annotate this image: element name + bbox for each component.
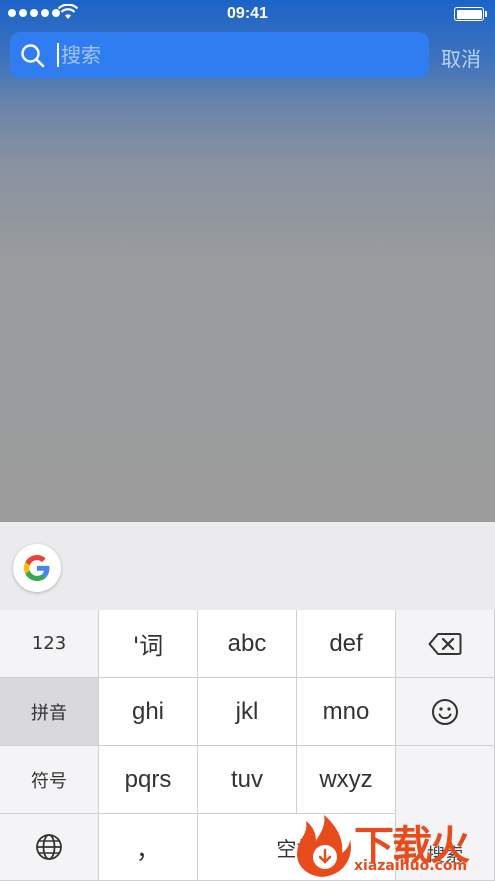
key-mno[interactable]: mno bbox=[297, 678, 396, 746]
key-apostrophe-ci[interactable]: '词 bbox=[99, 610, 198, 678]
key-emoji[interactable] bbox=[396, 678, 495, 746]
suggestion-bar bbox=[0, 522, 495, 610]
key-delete[interactable] bbox=[396, 610, 495, 678]
backspace-icon bbox=[428, 632, 462, 655]
key-ghi[interactable]: ghi bbox=[99, 678, 198, 746]
emoji-icon bbox=[432, 698, 458, 725]
key-tuv[interactable]: tuv bbox=[198, 746, 297, 814]
key-comma[interactable]: ， bbox=[99, 814, 198, 881]
watermark-url: xiazaihuo.com bbox=[354, 858, 468, 874]
search-bar[interactable] bbox=[10, 32, 429, 78]
key-jkl[interactable]: jkl bbox=[198, 678, 297, 746]
search-input[interactable] bbox=[61, 40, 411, 70]
watermark-logo: 下载火 xiazaihuo.com bbox=[292, 811, 492, 881]
flame-icon bbox=[297, 815, 351, 877]
key-globe[interactable] bbox=[0, 814, 99, 881]
google-logo-button[interactable] bbox=[13, 544, 61, 592]
backdrop bbox=[0, 0, 495, 522]
status-bar: 09:41 bbox=[0, 0, 495, 28]
key-abc[interactable]: abc bbox=[198, 610, 297, 678]
key-123[interactable]: 123 bbox=[0, 610, 99, 678]
google-g-icon bbox=[24, 555, 50, 581]
key-pinyin[interactable]: 拼音 bbox=[0, 678, 99, 746]
key-def[interactable]: def bbox=[297, 610, 396, 678]
key-symbols[interactable]: 符号 bbox=[0, 746, 99, 814]
search-icon bbox=[21, 44, 45, 68]
battery-icon bbox=[454, 7, 487, 21]
key-pqrs[interactable]: pqrs bbox=[99, 746, 198, 814]
key-wxyz[interactable]: wxyz bbox=[297, 746, 396, 814]
cancel-button[interactable]: 取消 bbox=[441, 43, 481, 72]
status-time: 09:41 bbox=[227, 5, 268, 22]
text-cursor bbox=[57, 43, 59, 67]
globe-icon bbox=[36, 834, 62, 860]
